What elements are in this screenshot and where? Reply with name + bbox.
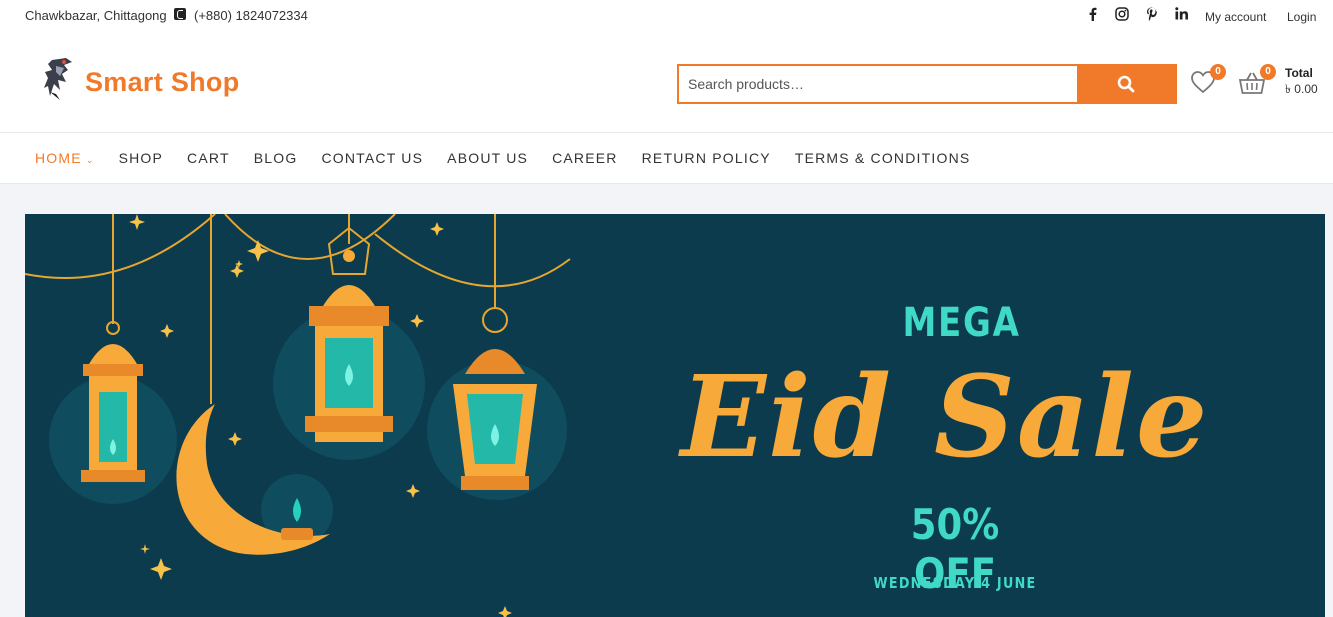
cart-total-label: Total [1285, 66, 1313, 80]
content-area: MEGA Eid Sale 50% OFF WEDNESDAY 4 JUNE [0, 184, 1333, 617]
nav-item-about-us[interactable]: ABOUT US [447, 150, 528, 166]
banner-mega-text: MEGA [902, 300, 1021, 346]
logo-text[interactable]: Smart Shop [85, 67, 240, 98]
my-account-link[interactable]: My account [1205, 10, 1266, 24]
cart-button[interactable]: 0 [1238, 64, 1276, 98]
store-phone[interactable]: (+880) 1824072334 [194, 8, 308, 23]
chevron-down-icon: ⌄ [85, 155, 95, 165]
pinterest-icon[interactable] [1146, 7, 1157, 24]
logo-icon[interactable] [42, 56, 76, 102]
phone-icon [174, 8, 186, 20]
nav-item-blog[interactable]: BLOG [254, 150, 298, 166]
login-link[interactable]: Login [1287, 10, 1316, 24]
search-form [677, 64, 1177, 104]
nav-item-label: HOME [35, 150, 82, 166]
store-address: Chawkbazar, Chittagong [25, 8, 167, 23]
instagram-icon[interactable] [1115, 7, 1129, 24]
search-button[interactable] [1077, 66, 1175, 102]
nav-item-contact-us[interactable]: CONTACT US [321, 150, 423, 166]
facebook-icon[interactable] [1088, 7, 1097, 24]
top-bar: Chawkbazar, Chittagong (+880) 1824072334… [0, 0, 1333, 34]
main-nav: HOME ⌄ SHOP CART BLOG CONTACT US ABOUT US… [0, 132, 1333, 184]
linkedin-icon[interactable] [1175, 7, 1188, 23]
eid-sale-banner[interactable]: MEGA Eid Sale 50% OFF WEDNESDAY 4 JUNE [25, 214, 1325, 617]
wishlist-count-badge: 0 [1210, 64, 1226, 80]
banner-title: Eid Sale [680, 352, 1210, 483]
nav-item-return-policy[interactable]: RETURN POLICY [642, 150, 771, 166]
nav-item-shop[interactable]: SHOP [119, 150, 163, 166]
banner-date: WEDNESDAY 4 JUNE [873, 574, 1037, 592]
nav-item-terms-conditions[interactable]: TERMS & CONDITIONS [795, 150, 971, 166]
nav-item-career[interactable]: CAREER [552, 150, 618, 166]
search-icon [1117, 75, 1135, 93]
wishlist-button[interactable]: 0 [1190, 64, 1226, 96]
nav-item-cart[interactable]: CART [187, 150, 230, 166]
cart-count-badge: 0 [1260, 64, 1276, 80]
cart-total-value: ৳ 0.00 [1285, 82, 1318, 96]
nav-item-home[interactable]: HOME ⌄ [35, 150, 95, 166]
search-input[interactable] [679, 66, 1077, 102]
